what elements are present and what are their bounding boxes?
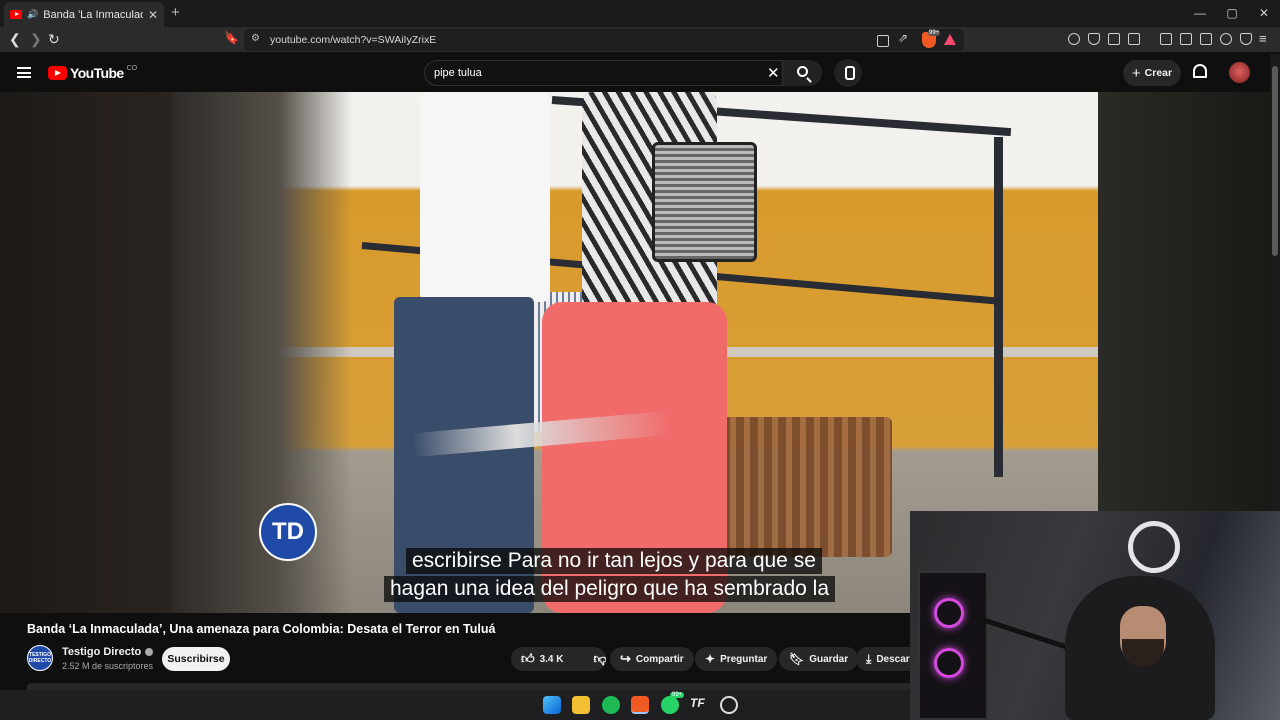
channel-avatar[interactable]: TESTIGO DIRECTO — [27, 645, 53, 671]
file-explorer-icon[interactable] — [572, 696, 590, 714]
create-label: Crear — [1144, 67, 1173, 79]
music-icon[interactable] — [1160, 33, 1172, 45]
download-label: Descargar — [876, 653, 912, 665]
vpn-icon[interactable] — [1240, 33, 1252, 45]
brave-taskbar-icon[interactable] — [631, 696, 649, 714]
windows-start-icon[interactable] — [543, 696, 561, 714]
channel-name-text: Testigo Directo — [62, 646, 142, 658]
mic-icon[interactable] — [834, 59, 862, 87]
account-avatar[interactable] — [1229, 62, 1250, 83]
extension-icon-2[interactable] — [1088, 33, 1100, 45]
speaker-icon[interactable]: 🔊 — [27, 9, 38, 20]
save-button[interactable]: 🔖︎ Guardar — [779, 647, 859, 671]
share-icon[interactable]: ⇗ — [898, 31, 908, 45]
youtube-play-icon — [48, 66, 67, 80]
close-window-button[interactable]: ✕ — [1248, 0, 1280, 27]
youtube-wordmark: YouTube — [70, 65, 124, 81]
tf-app-icon[interactable]: TF — [690, 696, 708, 714]
scrollbar-thumb[interactable] — [1272, 66, 1278, 256]
url-text: youtube.com/watch?v=SWAiIyZrixE — [270, 34, 437, 46]
download-button[interactable]: ⤓ Descargar — [856, 647, 912, 671]
video-title: Banda ‘La Inmaculada’, Una amenaza para … — [27, 622, 496, 636]
like-dislike-group: 👍︎ 3.4 K 👎︎ — [511, 647, 606, 671]
channel-watermark: TD — [259, 503, 317, 561]
brave-rewards-icon[interactable] — [944, 34, 956, 45]
shield-count-badge: 99+ — [928, 30, 941, 36]
window-controls: — ▢ ✕ — [1184, 0, 1280, 27]
download-icon: ⤓ — [866, 651, 872, 666]
wallet-icon[interactable] — [1200, 33, 1212, 45]
windows-taskbar — [0, 690, 910, 720]
sidebar-icon[interactable] — [1180, 33, 1192, 45]
close-tab-icon[interactable]: ✕ — [148, 8, 158, 22]
maximize-button[interactable]: ▢ — [1216, 0, 1248, 27]
like-icon: 👍︎ — [521, 651, 535, 666]
browser-menu-icon[interactable]: ≡ — [1259, 31, 1267, 46]
pc-case — [918, 571, 988, 720]
verified-icon — [145, 648, 154, 657]
cast-icon[interactable] — [877, 35, 889, 47]
rgb-fan-1 — [934, 598, 964, 628]
clear-icon[interactable]: ✕ — [767, 64, 780, 82]
leo-ai-icon[interactable] — [1220, 33, 1232, 45]
sparkle-icon: ✦ — [705, 652, 716, 666]
bookmark-save-icon: 🔖︎ — [789, 652, 805, 666]
youtube-logo[interactable]: YouTube CO — [48, 65, 137, 81]
search-input[interactable]: pipe tulua ✕ — [424, 60, 822, 86]
new-tab-button[interactable]: + — [171, 4, 180, 21]
like-button[interactable]: 👍︎ 3.4 K — [511, 647, 574, 671]
channel-name[interactable]: Testigo Directo — [62, 646, 154, 658]
whatsapp-badge: 99+ — [670, 692, 685, 698]
url-field[interactable]: ⚙ youtube.com/watch?v=SWAiIyZrixE ⇗ — [244, 29, 964, 51]
share-label: Compartir — [635, 653, 684, 665]
dislike-icon: 👎︎ — [593, 651, 607, 666]
ambient-left — [0, 92, 172, 613]
ask-button[interactable]: ✦ Preguntar — [695, 647, 778, 671]
youtube-favicon-icon — [10, 10, 22, 19]
back-icon[interactable]: ❮ — [9, 31, 21, 48]
create-button[interactable]: + Crear — [1123, 60, 1181, 86]
bookmark-icon[interactable]: 🔖 — [224, 31, 239, 45]
ring-light — [1128, 521, 1180, 573]
reload-icon[interactable]: ↻ — [48, 31, 60, 48]
share-arrow-icon: ↪ — [620, 651, 631, 666]
caption-line-1: escribirse Para no ir tan lejos y para q… — [406, 548, 822, 574]
plus-icon: + — [1131, 64, 1141, 82]
search-button[interactable] — [782, 60, 822, 86]
obs-icon[interactable] — [720, 696, 738, 714]
bell-icon[interactable] — [1193, 64, 1207, 78]
caption-line-2: hagan una idea del peligro que ha sembra… — [384, 576, 836, 602]
railing-post — [994, 137, 1003, 477]
subscribe-button[interactable]: Suscribirse — [162, 647, 230, 671]
subscriber-count: 2.52 M de suscriptores — [62, 661, 154, 671]
save-label: Guardar — [809, 653, 849, 665]
tab-title: Banda 'La Inmaculada', Una a — [43, 8, 143, 21]
country-code: CO — [126, 64, 138, 72]
forward-icon[interactable]: ❯ — [30, 31, 42, 48]
extension-icon-1[interactable] — [1068, 33, 1080, 45]
whatsapp-icon[interactable] — [661, 696, 679, 714]
dislike-button[interactable]: 👎︎ — [584, 647, 607, 671]
baskets — [722, 417, 892, 557]
hamburger-icon[interactable] — [17, 67, 31, 78]
handbag — [652, 142, 757, 262]
browser-tab-active[interactable]: 🔊 Banda 'La Inmaculada', Una a ✕ — [4, 2, 164, 27]
ask-label: Preguntar — [720, 653, 768, 665]
share-button[interactable]: ↪ Compartir — [610, 647, 694, 671]
streamer-webcam — [910, 511, 1280, 720]
extension-icon-3[interactable] — [1128, 33, 1140, 45]
man-white-shirt — [420, 92, 550, 302]
extensions-puzzle-icon[interactable] — [1108, 33, 1120, 45]
rgb-fan-2 — [934, 648, 964, 678]
browser-tab-strip: 🔊 Banda 'La Inmaculada', Una a ✕ + — ▢ ✕ — [0, 0, 1280, 27]
youtube-header: YouTube CO pipe tulua ✕ + Crear — [0, 54, 1270, 92]
site-info-icon[interactable]: ⚙ — [251, 33, 260, 44]
minimize-button[interactable]: — — [1184, 0, 1216, 27]
search-query: pipe tulua — [434, 67, 482, 79]
spotify-icon[interactable] — [602, 696, 620, 714]
like-count: 3.4 K — [539, 653, 564, 665]
search-icon — [797, 66, 808, 77]
